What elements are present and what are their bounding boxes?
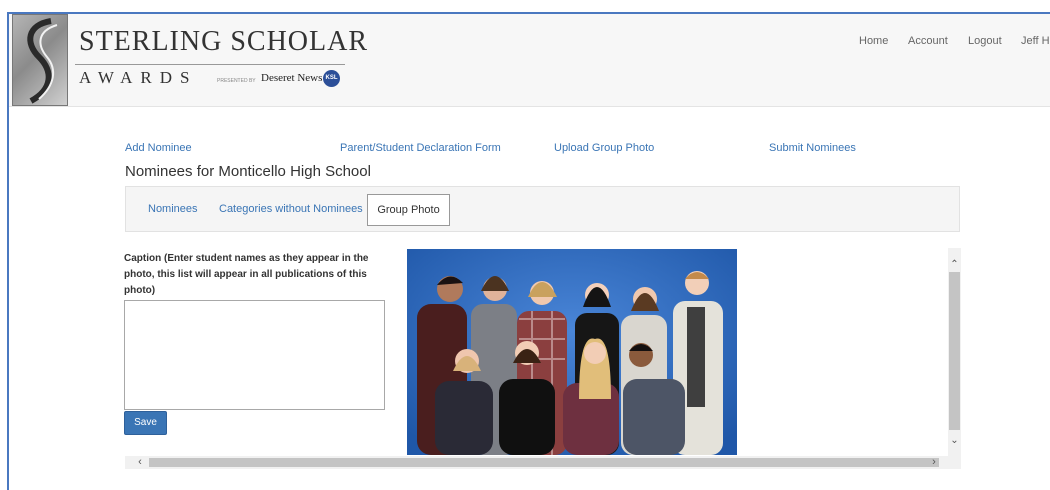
nav-account-link[interactable]: Account <box>908 35 948 47</box>
declaration-form-link[interactable]: Parent/Student Declaration Form <box>340 142 501 154</box>
brand-divider <box>75 64 345 65</box>
scroll-right-icon[interactable]: › <box>927 456 941 469</box>
add-nominee-link[interactable]: Add Nominee <box>125 142 192 154</box>
tab-group-photo[interactable]: Group Photo <box>367 194 450 226</box>
nav-logout-link[interactable]: Logout <box>968 35 1002 47</box>
scroll-down-icon[interactable]: ⌄ <box>948 434 961 448</box>
nav-user-link[interactable]: Jeff Hi <box>1021 35 1050 47</box>
sponsor-name: Deseret News <box>261 72 323 84</box>
sterling-scholar-logo-icon[interactable] <box>12 14 68 106</box>
horizontal-scrollbar[interactable]: ‹ › <box>125 456 961 469</box>
scroll-up-icon[interactable]: ⌃ <box>948 258 961 272</box>
tab-nominees[interactable]: Nominees <box>148 203 198 215</box>
nav-home-link[interactable]: Home <box>859 35 888 47</box>
page-title: Nominees for Monticello High School <box>125 163 371 180</box>
ksl-logo-icon: KSL <box>323 70 340 87</box>
caption-textarea[interactable] <box>124 300 385 410</box>
tab-bar: Nominees Categories without Nominees Gro… <box>125 186 960 232</box>
tab-categories-without-nominees[interactable]: Categories without Nominees <box>219 203 363 215</box>
vertical-scrollbar[interactable]: ⌃ ⌄ <box>948 248 961 456</box>
upload-group-photo-link[interactable]: Upload Group Photo <box>554 142 654 154</box>
presented-by-text: PRESENTED BY <box>217 78 256 84</box>
vertical-scroll-thumb[interactable] <box>949 272 960 430</box>
save-button[interactable]: Save <box>124 411 167 435</box>
brand-title: STERLING SCHOLAR <box>79 26 369 57</box>
brand-subtitle: AWARDS <box>79 68 198 87</box>
group-photo-image <box>407 249 737 455</box>
caption-label: Caption (Enter student names as they app… <box>124 253 369 296</box>
scroll-left-icon[interactable]: ‹ <box>133 456 147 469</box>
submit-nominees-link[interactable]: Submit Nominees <box>769 142 856 154</box>
horizontal-scroll-thumb[interactable] <box>149 458 939 467</box>
site-header: STERLING SCHOLAR AWARDS PRESENTED BY Des… <box>9 14 1050 107</box>
